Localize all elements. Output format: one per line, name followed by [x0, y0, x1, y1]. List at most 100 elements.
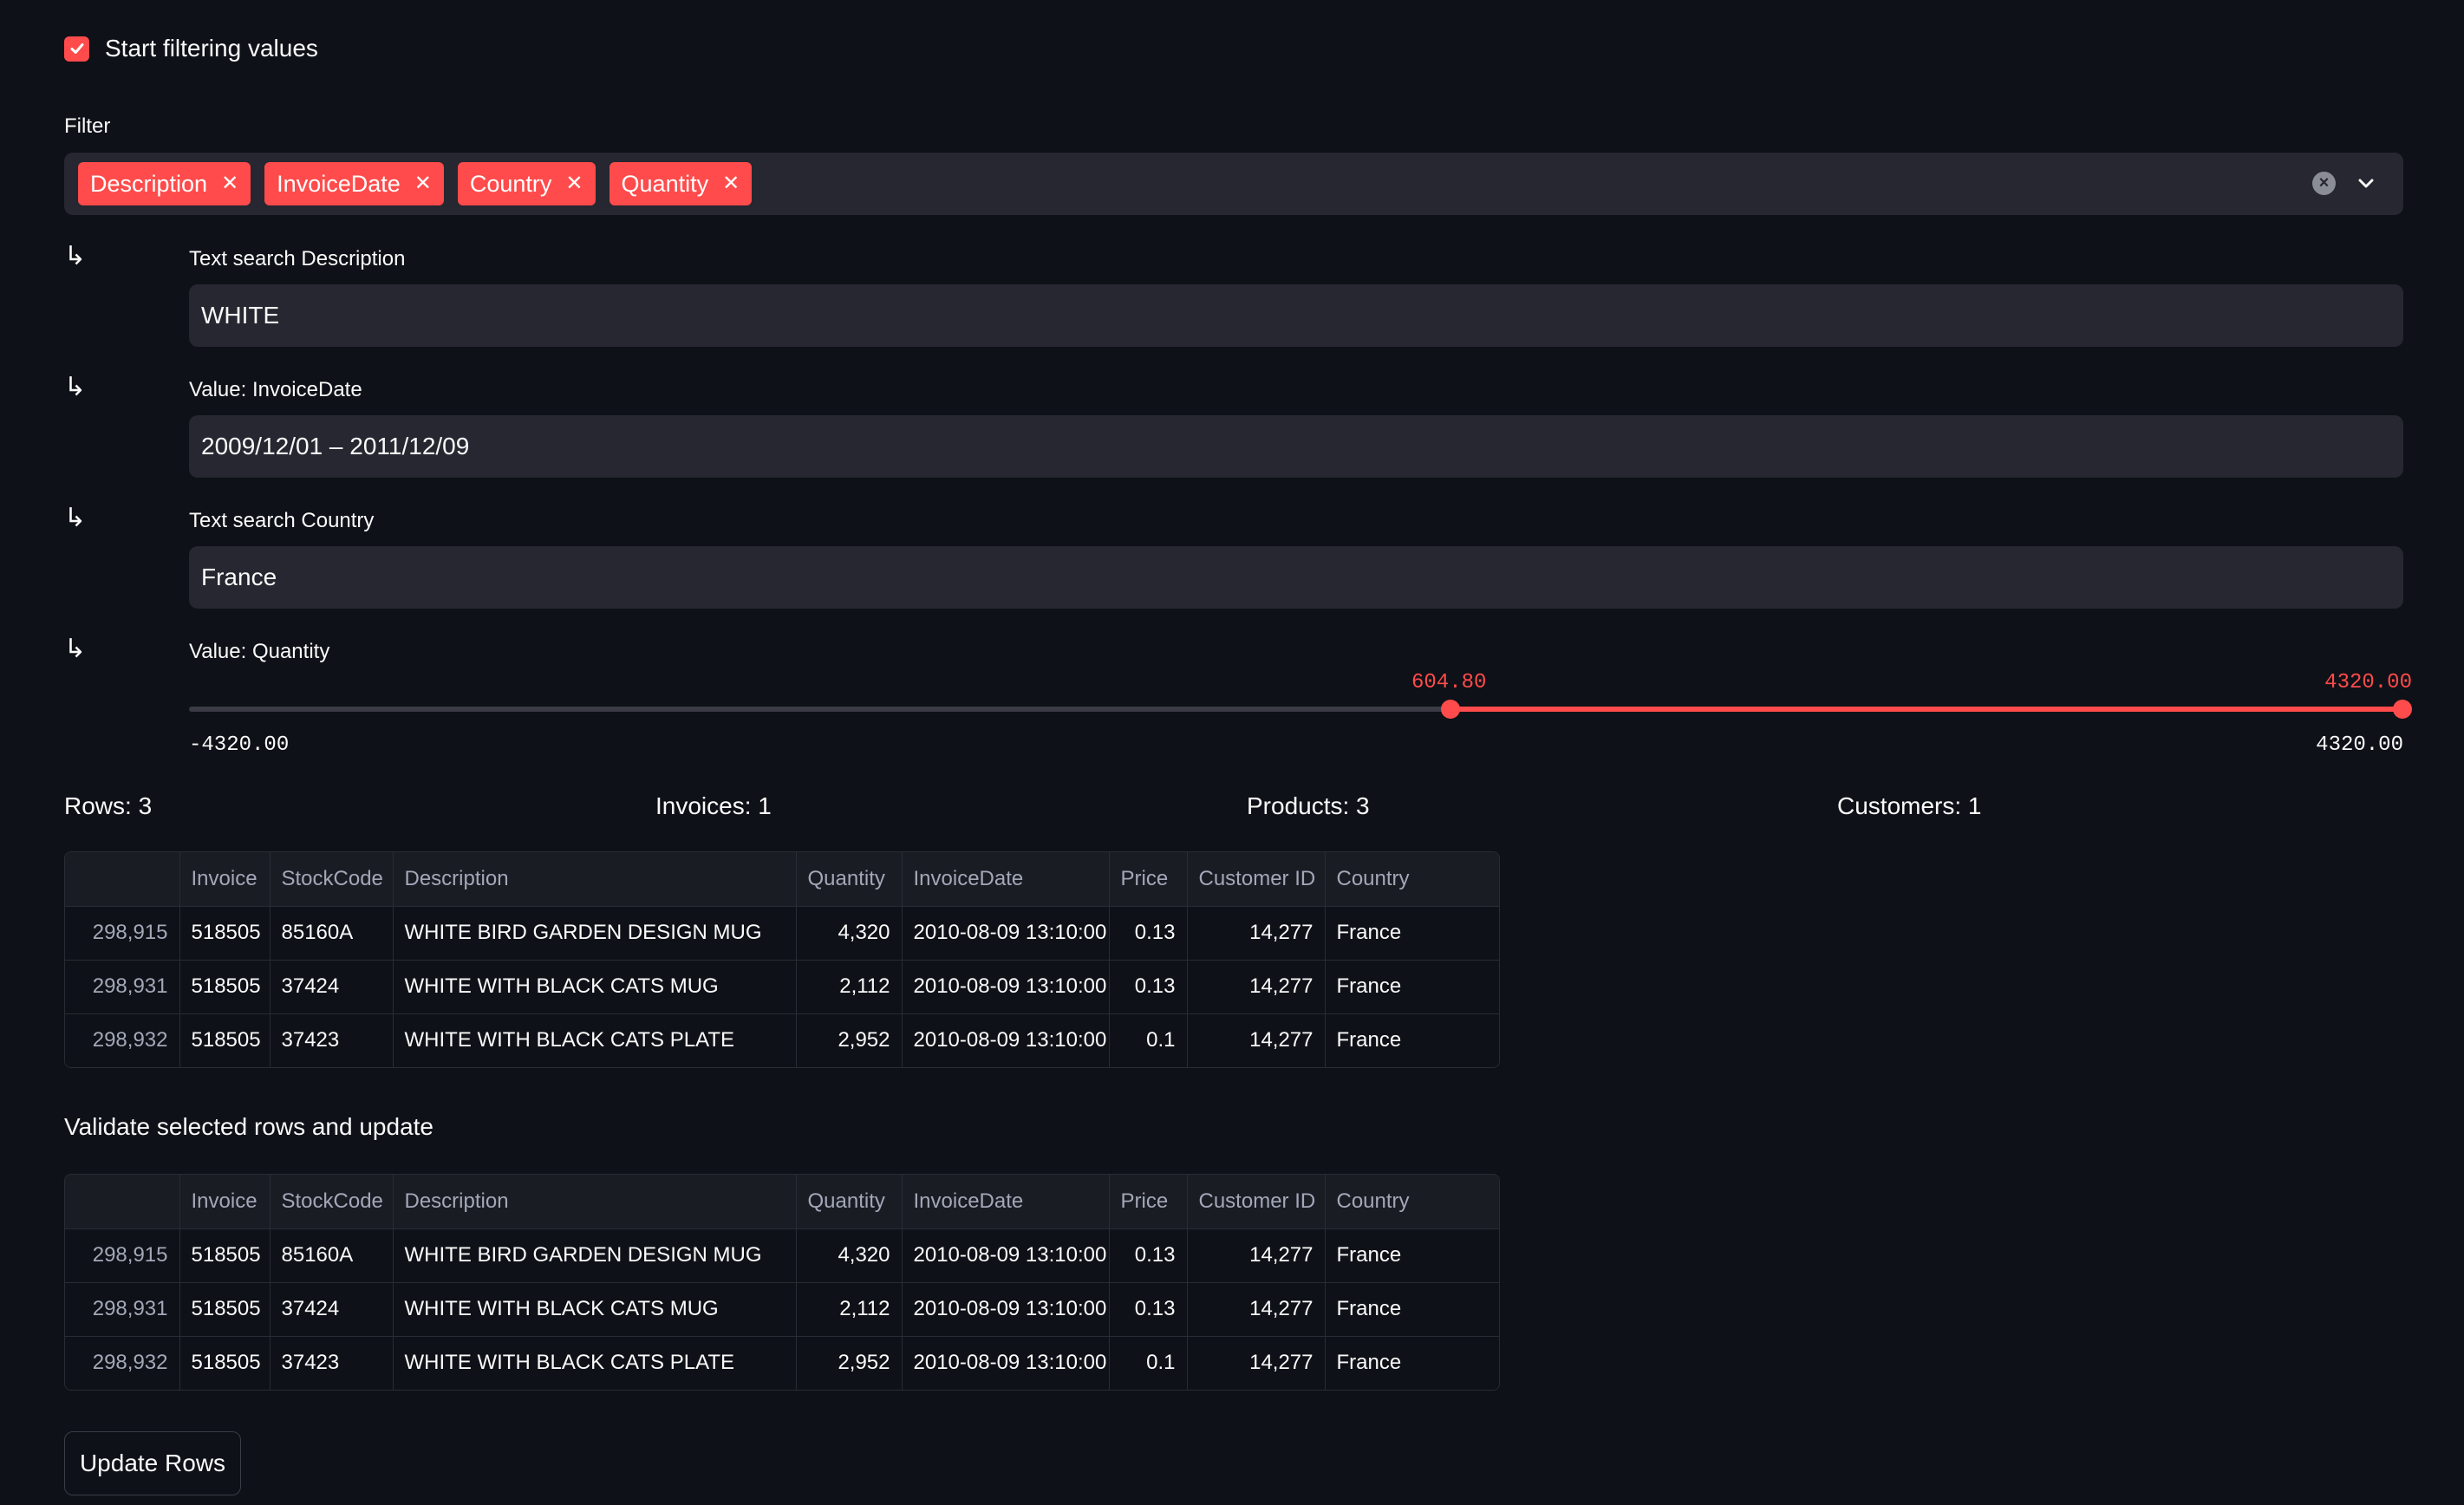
- table-cell[interactable]: France: [1325, 1228, 1499, 1283]
- table-cell[interactable]: 2010-08-09 13:10:00: [902, 1228, 1110, 1283]
- description-search-input[interactable]: WHITE: [189, 284, 2403, 347]
- clear-circle-icon[interactable]: ×: [2312, 172, 2336, 195]
- quantity-min-label: -4320.00: [189, 733, 290, 757]
- row-index-cell[interactable]: 298,932: [65, 1013, 180, 1067]
- selected-rows-table[interactable]: Invoice StockCode Description Quantity I…: [64, 1174, 1500, 1391]
- validate-heading: Validate selected rows and update: [64, 1113, 433, 1140]
- table-cell[interactable]: WHITE WITH BLACK CATS PLATE: [393, 1013, 797, 1067]
- table-cell[interactable]: WHITE BIRD GARDEN DESIGN MUG: [393, 906, 797, 961]
- table-cell[interactable]: WHITE WITH BLACK CATS MUG: [393, 1282, 797, 1337]
- table-cell[interactable]: 0.1: [1109, 1013, 1188, 1067]
- chevron-down-icon[interactable]: [2353, 170, 2379, 196]
- table-cell[interactable]: 2010-08-09 13:10:00: [902, 1336, 1110, 1390]
- table-cell[interactable]: WHITE WITH BLACK CATS MUG: [393, 960, 797, 1014]
- table-cell[interactable]: 14,277: [1187, 1228, 1326, 1283]
- table-cell[interactable]: 2010-08-09 13:10:00: [902, 906, 1110, 961]
- table-cell[interactable]: 37424: [270, 1282, 394, 1337]
- column-header[interactable]: Description: [393, 1175, 797, 1229]
- table-row[interactable]: 298,915 518505 85160A WHITE BIRD GARDEN …: [65, 1228, 1499, 1283]
- table-cell[interactable]: 2,952: [796, 1013, 903, 1067]
- column-header[interactable]: StockCode: [270, 1175, 394, 1229]
- column-header[interactable]: StockCode: [270, 852, 394, 907]
- table-cell[interactable]: 518505: [179, 1228, 271, 1283]
- column-header[interactable]: Invoice: [179, 1175, 271, 1229]
- table-cell[interactable]: 85160A: [270, 906, 394, 961]
- remove-tag-icon[interactable]: ✕: [414, 173, 432, 194]
- row-index-cell[interactable]: 298,932: [65, 1336, 180, 1390]
- column-header[interactable]: Country: [1325, 1175, 1499, 1229]
- column-header[interactable]: Customer ID: [1187, 852, 1326, 907]
- invoicedate-range-input[interactable]: 2009/12/01 – 2011/12/09: [189, 415, 2403, 478]
- column-header[interactable]: [65, 1175, 180, 1229]
- table-cell[interactable]: 518505: [179, 1013, 271, 1067]
- filtered-data-table[interactable]: Invoice StockCode Description Quantity I…: [64, 851, 1500, 1068]
- column-header[interactable]: Price: [1109, 1175, 1188, 1229]
- column-header[interactable]: Quantity: [796, 1175, 903, 1229]
- filter-multiselect[interactable]: Description ✕ InvoiceDate ✕ Country ✕ Qu…: [64, 153, 2403, 215]
- table-cell[interactable]: 4,320: [796, 1228, 903, 1283]
- column-header[interactable]: InvoiceDate: [902, 852, 1110, 907]
- table-cell[interactable]: 518505: [179, 960, 271, 1014]
- table-cell[interactable]: 2010-08-09 13:10:00: [902, 960, 1110, 1014]
- row-index-cell[interactable]: 298,915: [65, 906, 180, 961]
- remove-tag-icon[interactable]: ✕: [565, 173, 583, 194]
- table-cell[interactable]: 518505: [179, 1282, 271, 1337]
- column-header[interactable]: Description: [393, 852, 797, 907]
- table-cell[interactable]: 0.13: [1109, 906, 1188, 961]
- table-cell[interactable]: 2010-08-09 13:10:00: [902, 1013, 1110, 1067]
- column-header[interactable]: Country: [1325, 852, 1499, 907]
- table-cell[interactable]: 518505: [179, 906, 271, 961]
- table-cell[interactable]: France: [1325, 1336, 1499, 1390]
- table-cell[interactable]: 37423: [270, 1013, 394, 1067]
- column-header[interactable]: Price: [1109, 852, 1188, 907]
- table-cell[interactable]: 14,277: [1187, 960, 1326, 1014]
- table-cell[interactable]: 2,952: [796, 1336, 903, 1390]
- filter-tag-quantity: Quantity ✕: [609, 162, 753, 205]
- table-cell[interactable]: 0.13: [1109, 1282, 1188, 1337]
- table-cell[interactable]: 85160A: [270, 1228, 394, 1283]
- table-row[interactable]: 298,915 518505 85160A WHITE BIRD GARDEN …: [65, 906, 1499, 961]
- table-row[interactable]: 298,931 518505 37424 WHITE WITH BLACK CA…: [65, 1282, 1499, 1337]
- table-cell[interactable]: France: [1325, 906, 1499, 961]
- table-cell[interactable]: WHITE BIRD GARDEN DESIGN MUG: [393, 1228, 797, 1283]
- column-header[interactable]: Quantity: [796, 852, 903, 907]
- table-cell[interactable]: France: [1325, 960, 1499, 1014]
- table-cell[interactable]: 0.1: [1109, 1336, 1188, 1390]
- table-cell[interactable]: 14,277: [1187, 1013, 1326, 1067]
- table-cell[interactable]: 2,112: [796, 960, 903, 1014]
- table-row[interactable]: 298,932 518505 37423 WHITE WITH BLACK CA…: [65, 1336, 1499, 1390]
- table-cell[interactable]: 37424: [270, 960, 394, 1014]
- table-cell[interactable]: 4,320: [796, 906, 903, 961]
- column-header[interactable]: InvoiceDate: [902, 1175, 1110, 1229]
- quantity-slider-high-handle[interactable]: [2393, 700, 2412, 719]
- table-cell[interactable]: 0.13: [1109, 1228, 1188, 1283]
- row-index-cell[interactable]: 298,931: [65, 960, 180, 1014]
- quantity-slider-low-handle[interactable]: [1441, 700, 1460, 719]
- table-cell[interactable]: France: [1325, 1013, 1499, 1067]
- table-cell[interactable]: 0.13: [1109, 960, 1188, 1014]
- column-header[interactable]: Customer ID: [1187, 1175, 1326, 1229]
- column-header[interactable]: Invoice: [179, 852, 271, 907]
- country-search-input[interactable]: France: [189, 546, 2403, 609]
- row-index-cell[interactable]: 298,931: [65, 1282, 180, 1337]
- table-cell[interactable]: France: [1325, 1282, 1499, 1337]
- table-cell[interactable]: 2,112: [796, 1282, 903, 1337]
- rows-metric: Rows: 3: [64, 792, 153, 819]
- table-row[interactable]: 298,932 518505 37423 WHITE WITH BLACK CA…: [65, 1013, 1499, 1067]
- remove-tag-icon[interactable]: ✕: [722, 173, 740, 194]
- update-rows-button[interactable]: Update Rows: [64, 1431, 241, 1495]
- remove-tag-icon[interactable]: ✕: [221, 173, 238, 194]
- table-row[interactable]: 298,931 518505 37424 WHITE WITH BLACK CA…: [65, 960, 1499, 1014]
- table-cell[interactable]: 2010-08-09 13:10:00: [902, 1282, 1110, 1337]
- row-index-cell[interactable]: 298,915: [65, 1228, 180, 1283]
- table-cell[interactable]: 14,277: [1187, 1282, 1326, 1337]
- quantity-low-value: 604.80: [1411, 671, 1487, 694]
- table-cell[interactable]: 518505: [179, 1336, 271, 1390]
- table-cell[interactable]: 14,277: [1187, 906, 1326, 961]
- column-header[interactable]: [65, 852, 180, 907]
- table-cell[interactable]: WHITE WITH BLACK CATS PLATE: [393, 1336, 797, 1390]
- table-cell[interactable]: 14,277: [1187, 1336, 1326, 1390]
- start-filtering-checkbox-row[interactable]: Start filtering values: [64, 35, 318, 62]
- table-cell[interactable]: 37423: [270, 1336, 394, 1390]
- start-filtering-checkbox[interactable]: [64, 36, 89, 62]
